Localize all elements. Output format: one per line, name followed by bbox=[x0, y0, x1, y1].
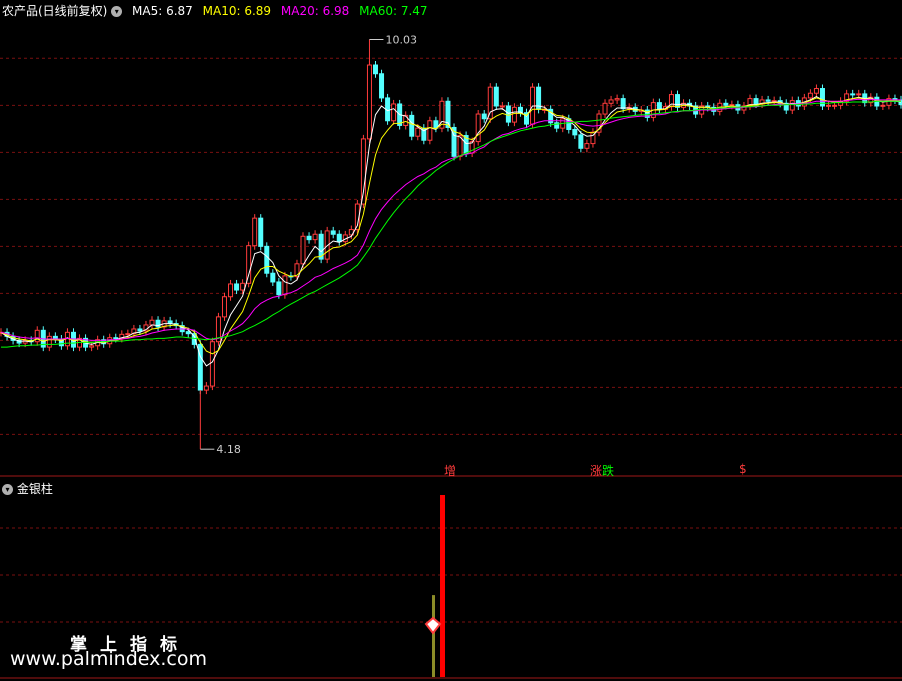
diamond-icon bbox=[424, 616, 442, 635]
candle-body bbox=[481, 113, 487, 120]
candle-body bbox=[336, 233, 342, 243]
candle-body bbox=[499, 105, 505, 108]
candle-body bbox=[113, 337, 119, 340]
indicator-title: 金银柱 bbox=[16, 482, 53, 496]
candle-body bbox=[276, 281, 282, 296]
candle-body bbox=[602, 102, 608, 115]
chevron-down-icon[interactable]: ▾ bbox=[111, 6, 123, 17]
candle-body bbox=[493, 86, 499, 107]
signal-label: $ bbox=[739, 462, 747, 476]
candle-body bbox=[765, 99, 771, 102]
candle-body bbox=[409, 114, 415, 137]
candle-body bbox=[240, 282, 246, 291]
candle-body bbox=[379, 73, 385, 99]
candle-body bbox=[125, 333, 131, 336]
candle-body bbox=[209, 341, 215, 387]
candle-body bbox=[675, 94, 681, 108]
indicator-header: ▾ 金银柱 bbox=[2, 480, 53, 497]
candle-body bbox=[826, 104, 832, 107]
chevron-down-icon[interactable]: ▾ bbox=[2, 484, 13, 495]
indicator-bar-olive bbox=[432, 595, 435, 677]
ma10-line bbox=[0, 97, 902, 355]
signal-label-up: 涨 bbox=[590, 464, 603, 478]
candle-body bbox=[391, 103, 397, 122]
ma5-line bbox=[0, 96, 902, 367]
candle-body bbox=[270, 272, 276, 283]
candle-body bbox=[771, 100, 777, 103]
chart-header: 农产品(日线前复权) ▾ MA5: 6.87 MA10: 6.89 MA20: … bbox=[2, 2, 428, 19]
candle-body bbox=[89, 345, 95, 348]
candle-body bbox=[832, 104, 838, 107]
ma5-label: MA5: 6.87 bbox=[132, 4, 193, 18]
candle-body bbox=[258, 217, 264, 247]
candle-body bbox=[403, 114, 409, 126]
candle-body bbox=[246, 245, 252, 284]
ma60-label: MA60: 7.47 bbox=[359, 4, 428, 18]
candle-body bbox=[505, 105, 511, 123]
indicator-bar-red bbox=[440, 495, 445, 677]
candle-body bbox=[149, 319, 155, 326]
candle-body bbox=[511, 106, 517, 123]
candle-body bbox=[300, 235, 306, 265]
candle-body bbox=[372, 64, 378, 75]
candle-body bbox=[572, 128, 578, 136]
signal-label-down: 跌 bbox=[602, 464, 615, 478]
candle-body bbox=[584, 143, 590, 149]
candle-body bbox=[415, 127, 421, 137]
candle-body bbox=[789, 100, 795, 111]
candle-body bbox=[203, 385, 209, 391]
candle-body bbox=[475, 113, 481, 143]
candle-body bbox=[312, 233, 318, 241]
candle-body bbox=[614, 98, 620, 101]
candle-body bbox=[850, 93, 856, 96]
candle-body bbox=[856, 93, 862, 96]
candle-body bbox=[137, 328, 143, 332]
ma60-line bbox=[1, 100, 901, 348]
watermark-url: www.palmindex.com bbox=[10, 648, 208, 670]
candle-body bbox=[880, 104, 886, 107]
ma20-line bbox=[0, 98, 901, 341]
candle-body bbox=[46, 335, 52, 348]
signal-label: 增 bbox=[444, 464, 457, 478]
ma10-label: MA10: 6.89 bbox=[202, 4, 272, 18]
candle-body bbox=[656, 102, 662, 110]
candle-body bbox=[723, 102, 729, 106]
candle-body bbox=[306, 235, 312, 241]
signal-label: 涨跌 bbox=[590, 462, 614, 479]
candle-body bbox=[807, 92, 813, 99]
candle-body bbox=[221, 296, 227, 318]
max-price-label: 10.03 bbox=[385, 33, 417, 46]
candle-body bbox=[427, 120, 433, 141]
candle-body bbox=[608, 99, 614, 104]
candle-body bbox=[282, 275, 288, 296]
chart-title: 农产品(日线前复权) bbox=[2, 4, 108, 18]
candle-body bbox=[487, 86, 493, 120]
candle-body bbox=[366, 64, 372, 140]
candle-body bbox=[228, 283, 234, 298]
candle-body bbox=[813, 88, 819, 94]
candle-body bbox=[753, 98, 759, 105]
candle-body bbox=[729, 104, 735, 107]
candle-body bbox=[578, 134, 584, 149]
candle-body bbox=[234, 283, 240, 291]
candle-body bbox=[620, 98, 626, 110]
ma20-label: MA20: 6.98 bbox=[280, 4, 350, 18]
chart-canvas[interactable]: 10.03 4.18 bbox=[0, 0, 902, 681]
min-price-label: 4.18 bbox=[216, 443, 241, 456]
candle-body bbox=[264, 245, 270, 274]
candle-body bbox=[330, 230, 336, 235]
candle-body bbox=[252, 217, 258, 247]
